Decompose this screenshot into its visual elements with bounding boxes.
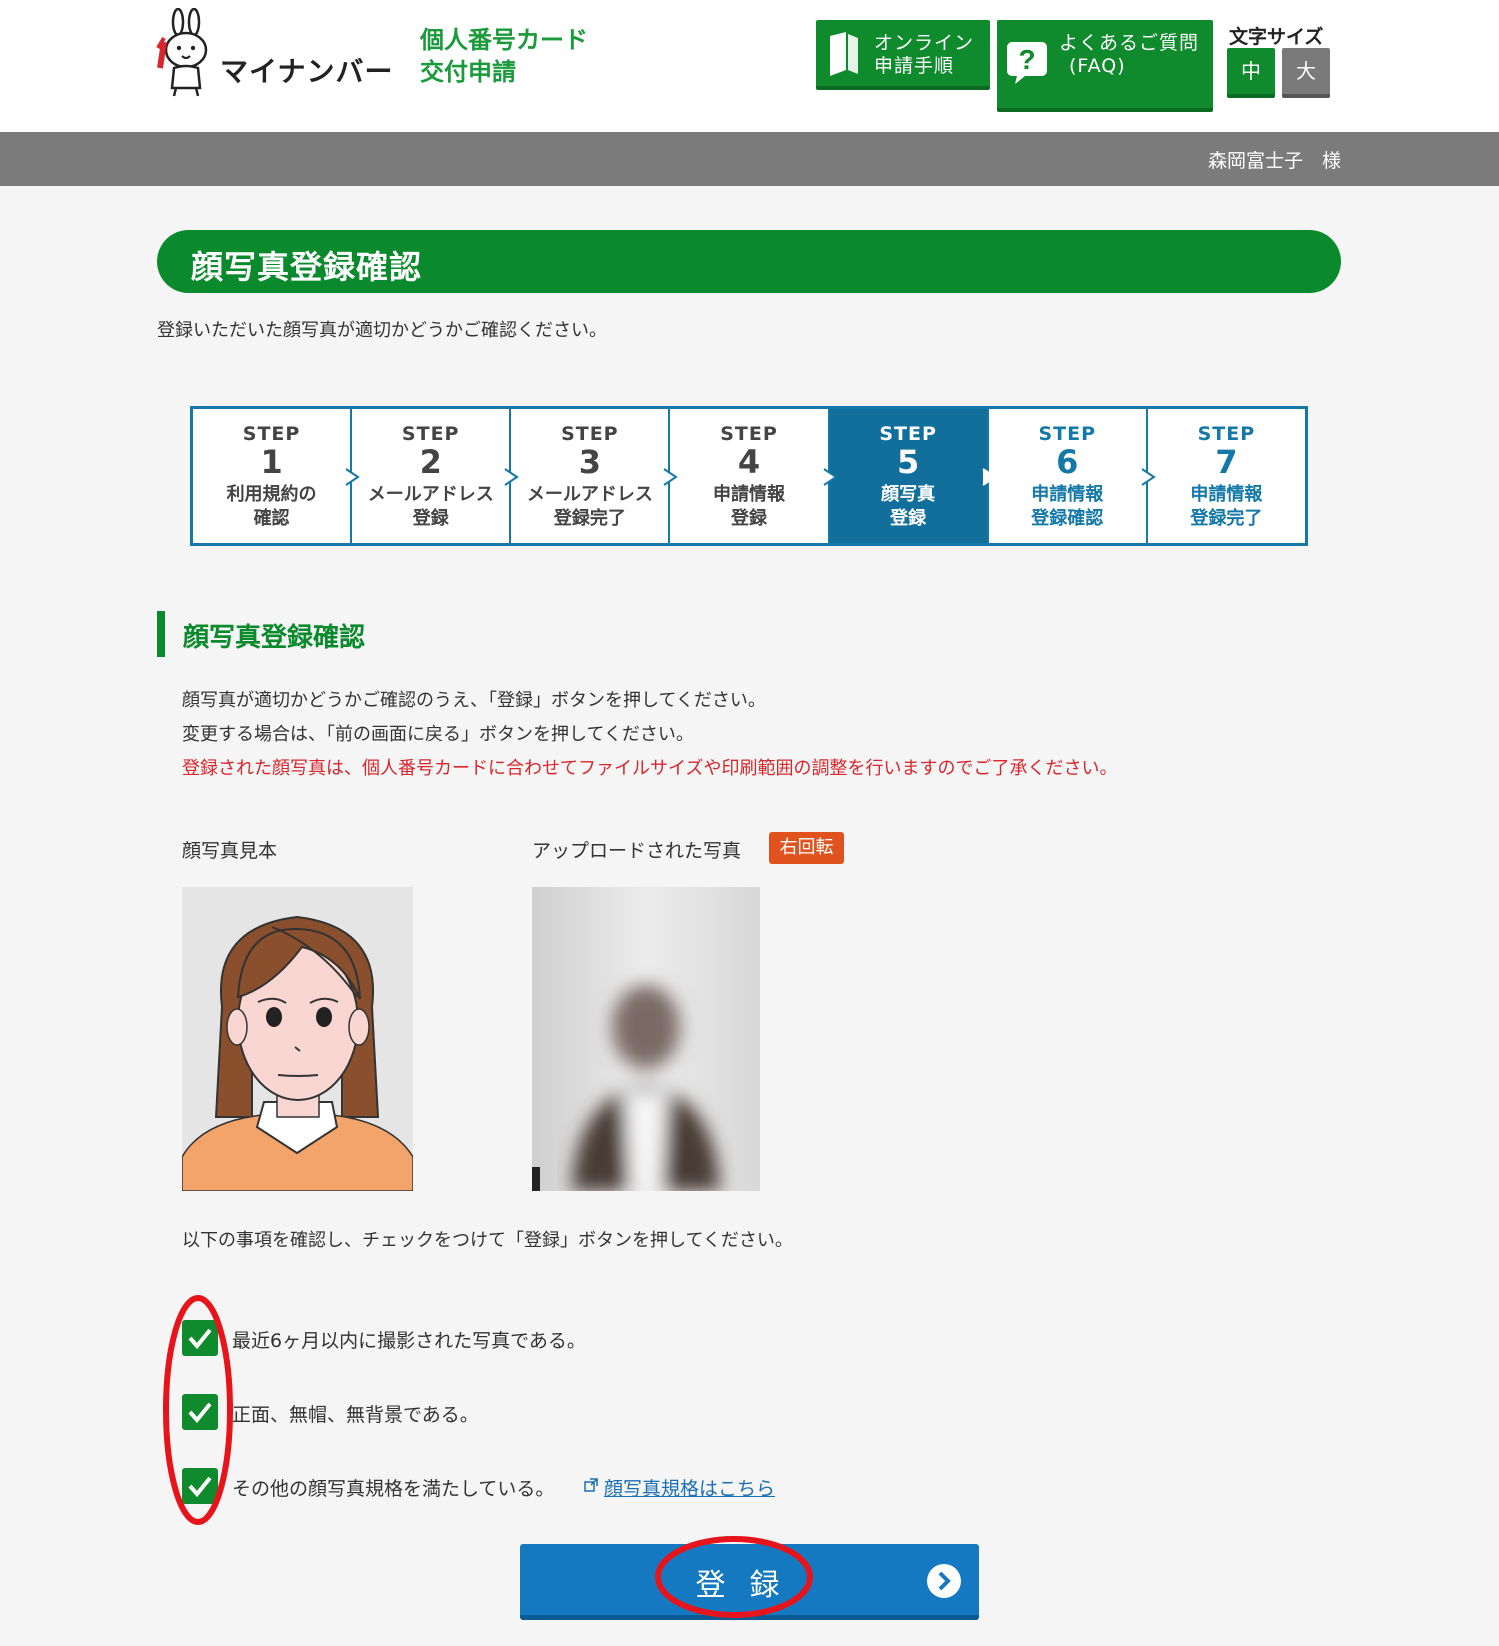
- check-label: その他の顔写真規格を満たしている。: [232, 1478, 555, 1500]
- section-heading: 顔写真登録確認: [157, 611, 365, 657]
- instruction-text-2: 変更する場合は、「前の画面に戻る」ボタンを押してください。: [182, 724, 694, 745]
- step-6: STEP 6 申請情報 登録確認: [989, 409, 1156, 543]
- step-2-label: メールアドレス 登録: [367, 484, 494, 529]
- faq-label-line1: よくあるご質問: [1059, 32, 1200, 54]
- step-arrow-icon: [504, 468, 520, 486]
- font-size-label: 文字サイズ: [1229, 26, 1324, 48]
- mynumber-logo[interactable]: マイナンバー: [154, 8, 404, 100]
- checkbox-checked[interactable]: [182, 1394, 218, 1430]
- sample-face-illustration: [182, 887, 413, 1191]
- uploaded-photo-blurred: [532, 887, 760, 1191]
- font-size-medium-button[interactable]: 中: [1227, 48, 1275, 98]
- step-arrow-icon: [345, 468, 360, 486]
- book-icon: [830, 32, 858, 76]
- online-guide-label: オンライン 申請手順: [874, 32, 974, 78]
- uploaded-photo-label: アップロードされた写真: [532, 840, 742, 862]
- step-2-caption: STEP: [401, 423, 460, 445]
- step-3-label: メールアドレス 登録完了: [526, 484, 653, 529]
- online-guide-label-line1: オンライン: [874, 32, 975, 54]
- uploaded-photo: [532, 887, 760, 1191]
- step-5-number: 5: [897, 443, 920, 481]
- photo-spec-link[interactable]: 顔写真規格はこちら: [604, 1474, 775, 1501]
- section-heading-text: 顔写真登録確認: [183, 623, 366, 653]
- register-button[interactable]: 登録: [520, 1544, 979, 1620]
- mascot-rabbit-icon: [156, 8, 208, 97]
- step-4-caption: STEP: [720, 423, 778, 445]
- sample-photo-label: 顔写真見本: [182, 840, 278, 862]
- step-arrow-icon: [982, 468, 997, 486]
- step-6-number: 6: [1056, 443, 1079, 481]
- site-header: マイナンバー 個人番号カード 交付申請 オンライン 申請手順 ? よくあるご質問…: [0, 0, 1499, 132]
- checkmark-icon: [188, 1476, 212, 1498]
- page-title-bar: 顔写真登録確認: [157, 230, 1341, 293]
- step-7-label: 申請情報 登録完了: [1190, 484, 1263, 529]
- external-link-icon: [584, 1478, 598, 1492]
- step-1-number: 1: [260, 443, 283, 481]
- step-5-current: STEP 5 顔写真 登録: [829, 409, 997, 543]
- logo-text: マイナンバー: [220, 55, 394, 88]
- step-1-caption: STEP: [242, 423, 301, 445]
- svg-text:?: ?: [1018, 44, 1035, 75]
- step-1: STEP 1 利用規約の 確認: [193, 409, 360, 543]
- rotate-right-button[interactable]: 右回転: [769, 832, 844, 864]
- question-bubble-icon: ?: [1007, 42, 1047, 84]
- step-4: STEP 4 申請情報 登録: [670, 409, 838, 543]
- checkmark-icon: [188, 1328, 212, 1350]
- checklist-intro: 以下の事項を確認し、チェックをつけて「登録」ボタンを押してください。: [182, 1230, 793, 1251]
- step-3-caption: STEP: [561, 423, 619, 445]
- step-indicator: STEP 1 利用規約の 確認 STEP 2 メールアドレス 登録 STEP 3…: [190, 406, 1308, 546]
- page-title: 顔写真登録確認: [191, 248, 423, 286]
- step-3: STEP 3 メールアドレス 登録完了: [511, 409, 679, 543]
- step-arrow-icon: [823, 468, 838, 486]
- checkbox-checked[interactable]: [182, 1468, 218, 1504]
- step-7: STEP 7 申請情報 登録完了: [1148, 409, 1305, 543]
- step-arrow-icon: [1141, 468, 1156, 486]
- check-label: 正面、無帽、無背景である。: [232, 1404, 479, 1426]
- register-button-label: 登録: [695, 1568, 804, 1603]
- warning-text: 登録された顔写真は、個人番号カードに合わせてファイルサイズや印刷範囲の調整を行い…: [182, 758, 1118, 779]
- online-guide-label-line2: 申請手順: [874, 55, 955, 77]
- step-5-caption: STEP: [879, 423, 937, 445]
- step-4-number: 4: [737, 443, 761, 481]
- instruction-text-1: 顔写真が適切かどうかご確認のうえ、「登録」ボタンを押してください。: [182, 690, 766, 711]
- faq-button[interactable]: ? よくあるご質問 (FAQ): [997, 20, 1213, 112]
- step-2: STEP 2 メールアドレス 登録: [352, 409, 520, 543]
- step-2-number: 2: [419, 443, 442, 481]
- service-name-line2: 交付申請: [420, 58, 516, 86]
- page-intro: 登録いただいた顔写真が適切かどうかご確認ください。: [157, 320, 607, 341]
- checkbox-checked[interactable]: [182, 1320, 218, 1356]
- checkmark-icon: [188, 1402, 212, 1424]
- step-6-label: 申請情報 登録確認: [1031, 484, 1104, 529]
- step-7-caption: STEP: [1197, 423, 1256, 445]
- font-size-large-button[interactable]: 大: [1282, 48, 1330, 98]
- step-5-label: 顔写真 登録: [881, 484, 936, 529]
- step-7-number: 7: [1215, 443, 1238, 481]
- step-3-number: 3: [578, 443, 601, 481]
- check-label: 最近6ヶ月以内に撮影された写真である。: [232, 1330, 586, 1352]
- user-bar: 森岡富士子 様: [0, 132, 1499, 186]
- faq-label-line2: (FAQ): [1069, 55, 1126, 77]
- step-4-label: 申請情報 登録: [712, 484, 785, 529]
- service-name: 個人番号カード 交付申請: [420, 24, 588, 88]
- user-name: 森岡富士子 様: [1207, 150, 1341, 172]
- service-name-line1: 個人番号カード: [420, 26, 588, 54]
- step-6-caption: STEP: [1038, 423, 1097, 445]
- step-arrow-icon: [663, 468, 679, 486]
- chevron-right-icon: [927, 1564, 961, 1598]
- online-guide-button[interactable]: オンライン 申請手順: [816, 20, 990, 90]
- faq-label: よくあるご質問 (FAQ): [1059, 32, 1209, 78]
- sample-photo: [182, 887, 413, 1191]
- step-1-label: 利用規約の 確認: [226, 484, 317, 529]
